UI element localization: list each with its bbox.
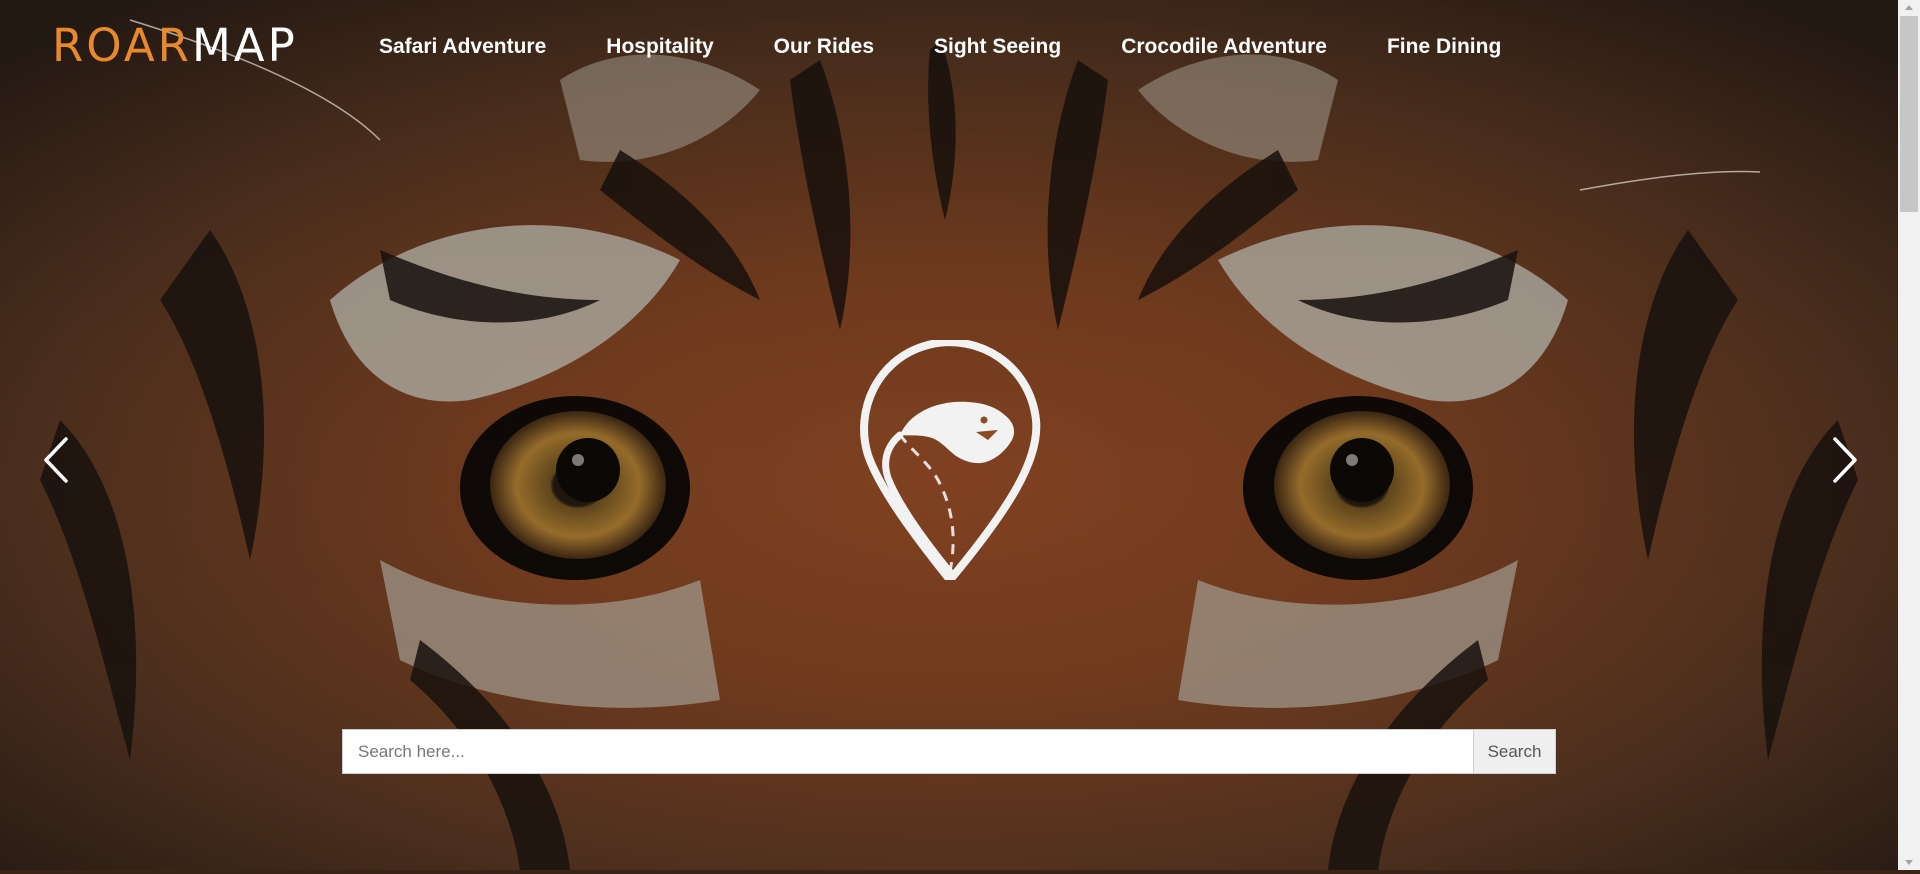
carousel-prev-button[interactable]	[38, 435, 78, 485]
logo-text-roar: ROAR	[52, 19, 192, 72]
search-bar: Search	[342, 729, 1556, 774]
site-header: ROARMAP Safari Adventure Hospitality Our…	[0, 0, 1898, 95]
nav-item-crocodile-adventure[interactable]: Crocodile Adventure	[1121, 30, 1327, 64]
nav-item-fine-dining[interactable]: Fine Dining	[1387, 30, 1501, 64]
chevron-right-icon	[1833, 437, 1857, 483]
chevron-left-icon	[44, 437, 68, 483]
roarmap-logo[interactable]: ROARMAP	[52, 22, 298, 70]
scrollbar-thumb[interactable]	[1900, 16, 1918, 212]
scroll-down-arrow-icon[interactable]	[1898, 854, 1920, 870]
search-button[interactable]: Search	[1473, 729, 1556, 774]
nav-item-safari-adventure[interactable]: Safari Adventure	[379, 30, 546, 64]
nav-item-hospitality[interactable]: Hospitality	[606, 30, 713, 64]
carousel-next-button[interactable]	[1823, 435, 1863, 485]
logo-text-map: MAP	[191, 19, 298, 72]
main-nav: Safari Adventure Hospitality Our Rides S…	[379, 30, 1501, 64]
map-pin-tiger-icon	[858, 338, 1042, 584]
scroll-up-arrow-icon[interactable]	[1898, 0, 1920, 16]
page-scrollbar[interactable]	[1898, 0, 1920, 870]
search-input[interactable]	[342, 729, 1473, 774]
nav-item-sight-seeing[interactable]: Sight Seeing	[934, 30, 1061, 64]
nav-item-our-rides[interactable]: Our Rides	[774, 30, 874, 64]
